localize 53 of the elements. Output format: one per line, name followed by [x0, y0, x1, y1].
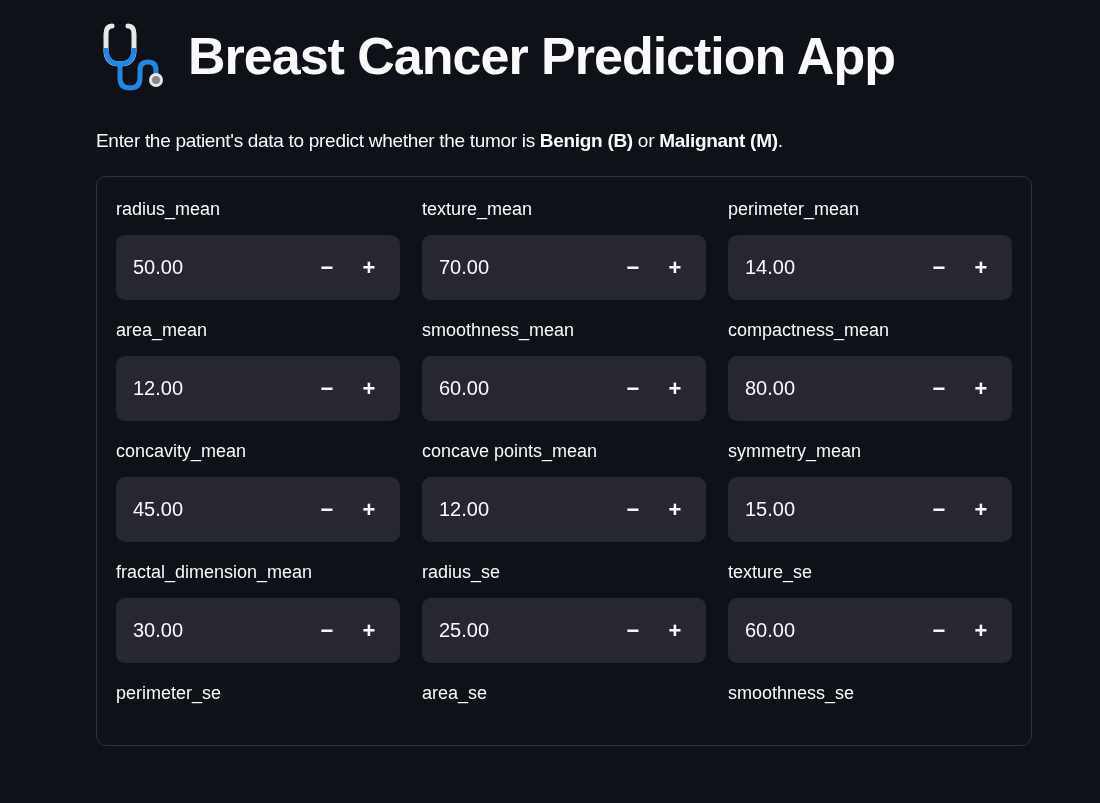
field-label: perimeter_mean [728, 198, 861, 221]
decrement-button[interactable]: − [918, 610, 960, 651]
number-input[interactable]: 60.00 − + [728, 598, 1012, 663]
field-label: texture_mean [422, 198, 534, 221]
intro-text: Enter the patient's data to predict whether the tumor is Benign (B) or Malignant (M). [96, 130, 784, 152]
increment-button[interactable]: + [960, 368, 1002, 409]
increment-button[interactable]: + [654, 368, 696, 409]
decrement-button[interactable]: − [306, 247, 348, 288]
decrement-button[interactable]: − [918, 247, 960, 288]
field-label: perimeter_se [116, 682, 223, 705]
number-input[interactable]: 50.00 − + [116, 235, 400, 300]
field-label: smoothness_se [728, 682, 856, 705]
number-input[interactable]: 12.00 − + [422, 477, 706, 542]
field-label: fractal_dimension_mean [116, 561, 314, 584]
number-input[interactable]: 14.00 − + [728, 235, 1012, 300]
decrement-button[interactable]: − [306, 368, 348, 409]
number-input[interactable]: 60.00 − + [422, 356, 706, 421]
number-input[interactable]: 80.00 − + [728, 356, 1012, 421]
decrement-button[interactable]: − [612, 368, 654, 409]
field-label: radius_se [422, 561, 502, 584]
field-label: symmetry_mean [728, 440, 863, 463]
field-label: area_se [422, 682, 489, 705]
increment-button[interactable]: + [348, 247, 390, 288]
number-input[interactable]: 12.00 − + [116, 356, 400, 421]
number-input[interactable]: 15.00 − + [728, 477, 1012, 542]
decrement-button[interactable]: − [612, 247, 654, 288]
field-label: radius_mean [116, 198, 222, 221]
number-input[interactable]: 45.00 − + [116, 477, 400, 542]
field-label: smoothness_mean [422, 319, 576, 342]
field-label: concave points_mean [422, 440, 599, 463]
decrement-button[interactable]: − [918, 489, 960, 530]
increment-button[interactable]: + [960, 247, 1002, 288]
decrement-button[interactable]: − [612, 489, 654, 530]
field-label: concavity_mean [116, 440, 248, 463]
increment-button[interactable]: + [960, 489, 1002, 530]
decrement-button[interactable]: − [918, 368, 960, 409]
decrement-button[interactable]: − [306, 489, 348, 530]
increment-button[interactable]: + [654, 247, 696, 288]
increment-button[interactable]: + [654, 489, 696, 530]
field-label: area_mean [116, 319, 209, 342]
increment-button[interactable]: + [348, 489, 390, 530]
increment-button[interactable]: + [960, 610, 1002, 651]
field-label: texture_se [728, 561, 814, 584]
number-input[interactable]: 70.00 − + [422, 235, 706, 300]
page-title: Breast Cancer Prediction App [188, 26, 895, 86]
number-input[interactable]: 25.00 − + [422, 598, 706, 663]
decrement-button[interactable]: − [306, 610, 348, 651]
decrement-button[interactable]: − [612, 610, 654, 651]
increment-button[interactable]: + [654, 610, 696, 651]
increment-button[interactable]: + [348, 610, 390, 651]
number-input[interactable]: 30.00 − + [116, 598, 400, 663]
increment-button[interactable]: + [348, 368, 390, 409]
field-label: compactness_mean [728, 319, 891, 342]
